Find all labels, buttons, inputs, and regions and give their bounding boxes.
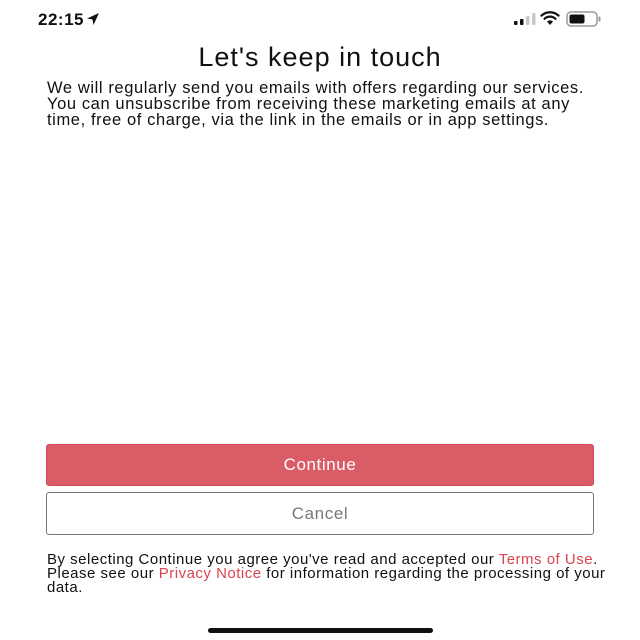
cancel-button-label: Cancel: [291, 503, 349, 523]
status-time: 22:15: [38, 10, 84, 29]
status-bar: 22:15: [0, 0, 640, 40]
page-title: Let's keep in touch: [198, 42, 442, 72]
consent-text: By selecting Continue you agree you've r…: [47, 552, 607, 595]
intro-text: We will regularly send you emails with o…: [47, 79, 584, 129]
continue-button-label: Continue: [283, 455, 357, 474]
screen: 22:15 Let's keep in touch We will regula…: [0, 0, 640, 640]
battery-icon: [566, 11, 601, 27]
privacy-notice-link[interactable]: Privacy Notice: [159, 565, 262, 582]
wifi-icon: [540, 11, 560, 25]
cellular-signal-icon: [514, 13, 536, 25]
location-arrow-icon: [87, 13, 99, 25]
continue-button[interactable]: Continue: [46, 444, 594, 486]
home-indicator: [208, 628, 433, 633]
cancel-button[interactable]: Cancel: [46, 492, 594, 535]
